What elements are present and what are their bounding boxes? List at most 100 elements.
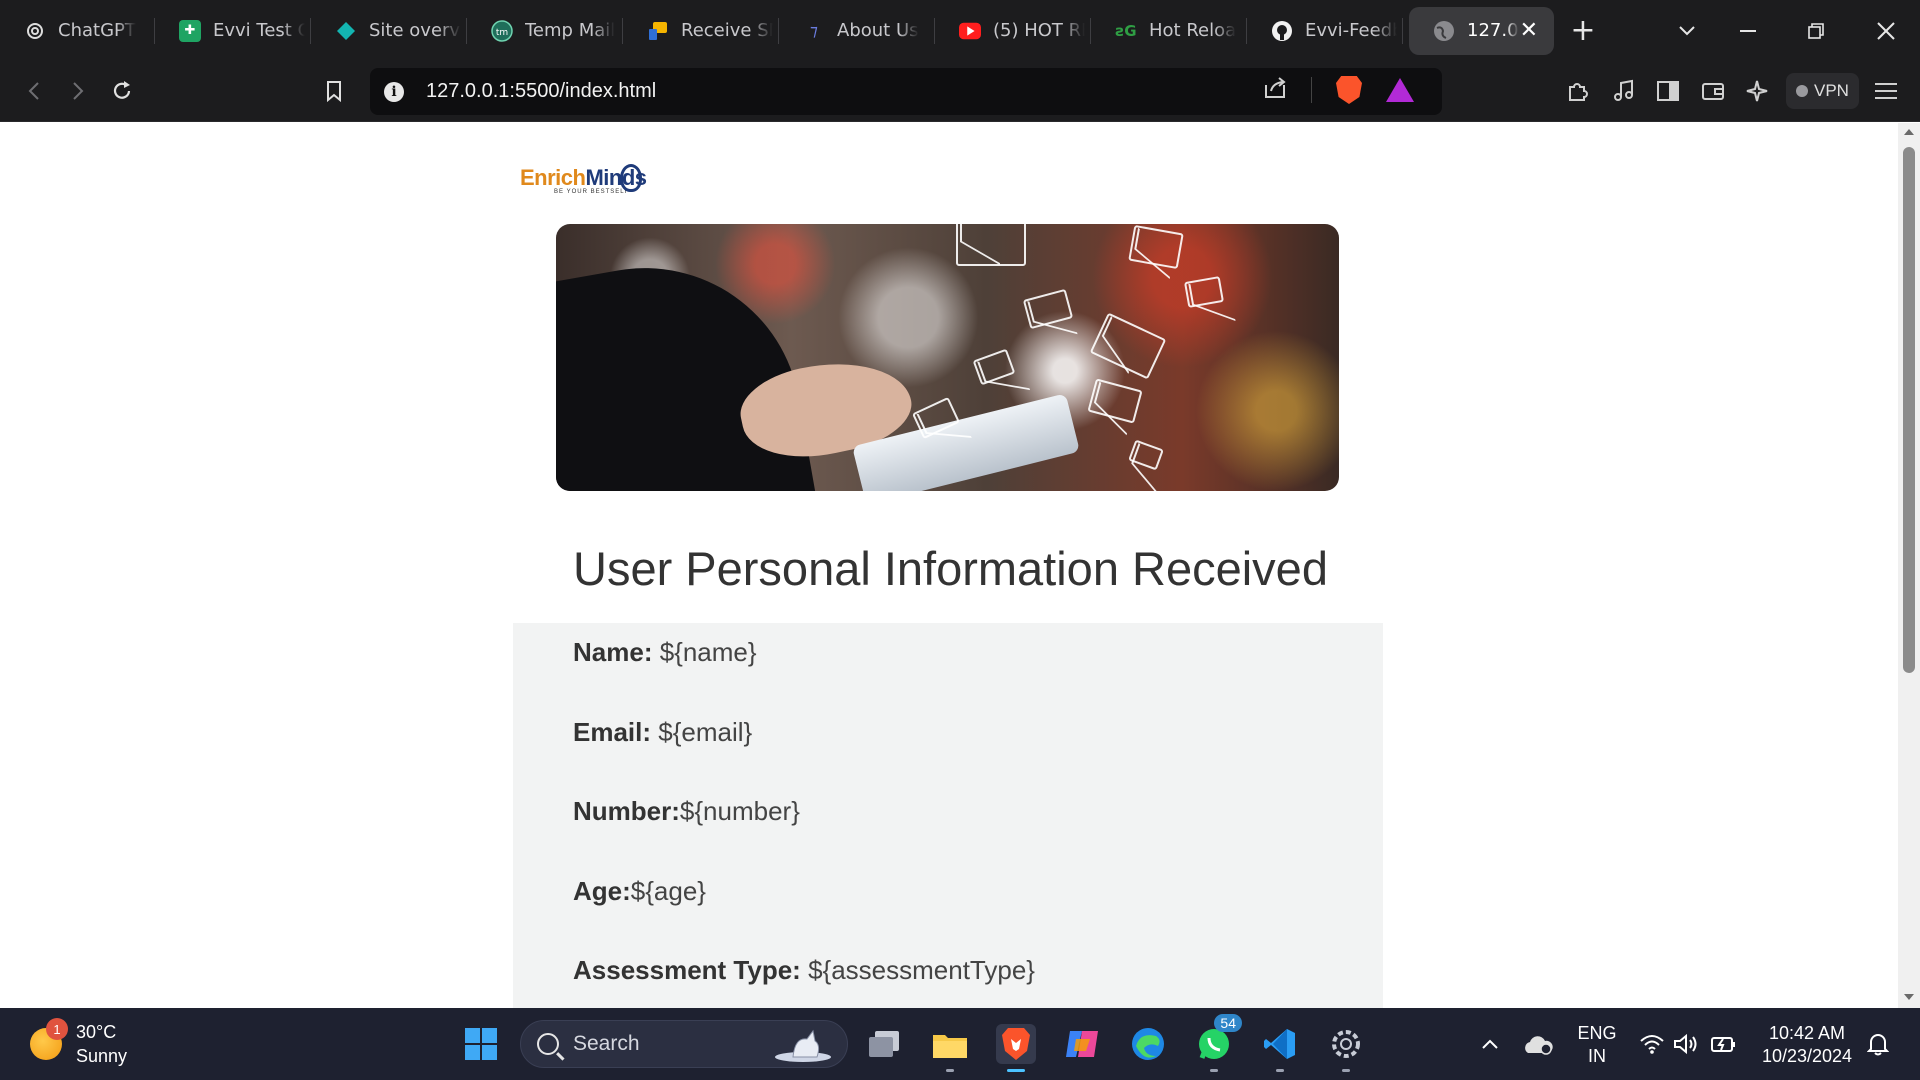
running-indicator (1276, 1069, 1284, 1072)
clock-date: 10/23/2024 (1761, 1046, 1853, 1066)
new-tab-button[interactable]: + (1553, 0, 1613, 61)
scrollbar-thumb[interactable] (1903, 147, 1915, 673)
browser-tab-strip: ChatGPT ✚ Evvi Test C Site overvi tm Tem… (0, 0, 1920, 61)
windows-taskbar: 1 30°C Sunny Search 54 ENG IN 10:42 AM 1… (0, 1008, 1920, 1080)
reload-icon[interactable] (104, 73, 140, 109)
brave-shields-icon[interactable] (1336, 76, 1362, 104)
extensions-icon[interactable] (1560, 73, 1596, 109)
tab-chatgpt[interactable]: ChatGPT (0, 0, 155, 61)
tab-youtube[interactable]: (5) HOT RE (935, 0, 1091, 61)
close-tab-icon[interactable]: ✕ (1520, 18, 1538, 43)
battery-charging-icon[interactable] (1704, 1024, 1744, 1064)
file-explorer-icon[interactable] (930, 1024, 970, 1072)
weather-temp: 30°C (76, 1022, 117, 1042)
wallet-icon[interactable] (1695, 73, 1731, 109)
chatgpt-icon (24, 20, 46, 42)
vpn-label: VPN (1814, 81, 1849, 100)
weather-condition: Sunny (76, 1046, 128, 1066)
volume-icon[interactable] (1666, 1024, 1706, 1064)
vscode-icon[interactable] (1260, 1024, 1300, 1072)
language-line1: ENG (1577, 1023, 1617, 1043)
share-icon[interactable] (1263, 77, 1287, 103)
brave-rewards-icon[interactable] (1386, 78, 1414, 102)
brave-taskbar-icon[interactable] (996, 1024, 1036, 1072)
leo-ai-icon[interactable] (1739, 73, 1775, 109)
sidebar-icon[interactable] (1650, 73, 1686, 109)
address-bar[interactable]: i 127.0.0.1:5500/index.html (370, 68, 1442, 115)
url-text[interactable]: 127.0.0.1:5500/index.html (426, 80, 656, 103)
running-indicator (946, 1069, 954, 1072)
sun-icon: 1 (30, 1018, 68, 1060)
scroll-down-icon[interactable] (1904, 994, 1914, 1000)
envelope-icon (1128, 439, 1164, 471)
tab-hot-reload[interactable]: ƨG Hot Reloa (1091, 0, 1247, 61)
envelope-icon (1089, 312, 1167, 380)
scroll-up-icon[interactable] (1904, 129, 1914, 135)
onedrive-cloud-icon[interactable] (1518, 1024, 1558, 1064)
forward-icon[interactable] (60, 73, 96, 109)
tab-list-chevron-icon[interactable] (1657, 0, 1717, 61)
tab-label: 127.0 (1467, 20, 1519, 41)
tab-label: Evvi-Feedb (1305, 20, 1397, 41)
envelope-icon (956, 224, 1026, 266)
taskbar-search[interactable]: Search (520, 1020, 848, 1068)
page-title: User Personal Information Received (573, 542, 1328, 595)
edge-icon[interactable] (1128, 1024, 1168, 1064)
tab-label: Receive SM (681, 20, 773, 41)
tab-label: About Us (837, 20, 919, 41)
field-email: Email: ${email} (573, 717, 752, 748)
media-icon[interactable] (1606, 73, 1642, 109)
clock-time: 10:42 AM (1768, 1023, 1846, 1043)
language-indicator[interactable]: ENG IN (1572, 1022, 1622, 1068)
field-label: Name: (573, 637, 653, 667)
tab-label: Temp Mail (525, 20, 616, 41)
globe-icon (1433, 20, 1455, 42)
tab-label: ChatGPT (58, 20, 136, 41)
vpn-button[interactable]: VPN (1786, 73, 1859, 109)
weather-widget[interactable]: 1 30°C Sunny (30, 1018, 128, 1068)
task-view-icon[interactable] (864, 1024, 904, 1064)
whatsapp-icon[interactable]: 54 (1194, 1014, 1242, 1072)
tab-evvi-feedback[interactable]: Evvi-Feedb (1247, 0, 1403, 61)
bookmark-icon[interactable] (316, 73, 352, 109)
tab-localhost-active[interactable]: 127.0 ✕ (1409, 6, 1554, 55)
back-icon[interactable] (16, 73, 52, 109)
whatsapp-unread-badge: 54 (1214, 1014, 1242, 1032)
page-viewport: EnrichMinds BE YOUR BESTSELF User Person… (0, 123, 1898, 1008)
aboutus-icon: ⁊ (810, 21, 818, 40)
enrichminds-logo: EnrichMinds BE YOUR BESTSELF (520, 164, 650, 209)
tab-label: Evvi Test C (213, 20, 305, 41)
running-indicator (1342, 1069, 1350, 1072)
field-assessment-type: Assessment Type: ${assessmentType} (573, 955, 1035, 986)
envelope-icon (1087, 378, 1143, 424)
notification-bell-icon[interactable] (1858, 1024, 1898, 1064)
tab-receive-sms[interactable]: Receive SM (623, 0, 779, 61)
copilot-icon[interactable] (1062, 1024, 1102, 1064)
field-value: ${assessmentType} (800, 955, 1035, 985)
restore-icon[interactable] (1786, 0, 1846, 61)
logo-word-enrich: Enrich (520, 165, 586, 190)
page-scrollbar[interactable] (1898, 123, 1920, 1008)
tab-temp-mail[interactable]: tm Temp Mail (467, 0, 623, 61)
field-value: ${name} (652, 637, 757, 667)
system-clock[interactable]: 10:42 AM 10/23/2024 (1754, 1022, 1860, 1068)
tab-label: (5) HOT RE (993, 20, 1085, 41)
search-highlight-cat-icon (775, 1029, 831, 1062)
notification-badge: 1 (46, 1018, 68, 1040)
windows-start-icon[interactable] (461, 1024, 501, 1064)
tab-site-overview[interactable]: Site overvi (311, 0, 467, 61)
settings-gear-icon[interactable] (1326, 1024, 1366, 1072)
menu-hamburger-icon[interactable] (1868, 73, 1904, 109)
running-indicator (1007, 1069, 1025, 1072)
tab-about-us[interactable]: ⁊ About Us (779, 0, 935, 61)
tab-evvi-test[interactable]: ✚ Evvi Test C (155, 0, 311, 61)
envelope-icon (1128, 224, 1184, 270)
running-indicator (1210, 1069, 1218, 1072)
show-hidden-icons-chevron[interactable] (1470, 1024, 1510, 1064)
envelope-icon (972, 348, 1016, 386)
close-window-icon[interactable] (1856, 0, 1916, 61)
site-info-icon[interactable]: i (384, 81, 404, 102)
tab-label: Hot Reloa (1149, 20, 1237, 41)
divider (1311, 77, 1312, 103)
minimize-icon[interactable] (1718, 0, 1778, 61)
